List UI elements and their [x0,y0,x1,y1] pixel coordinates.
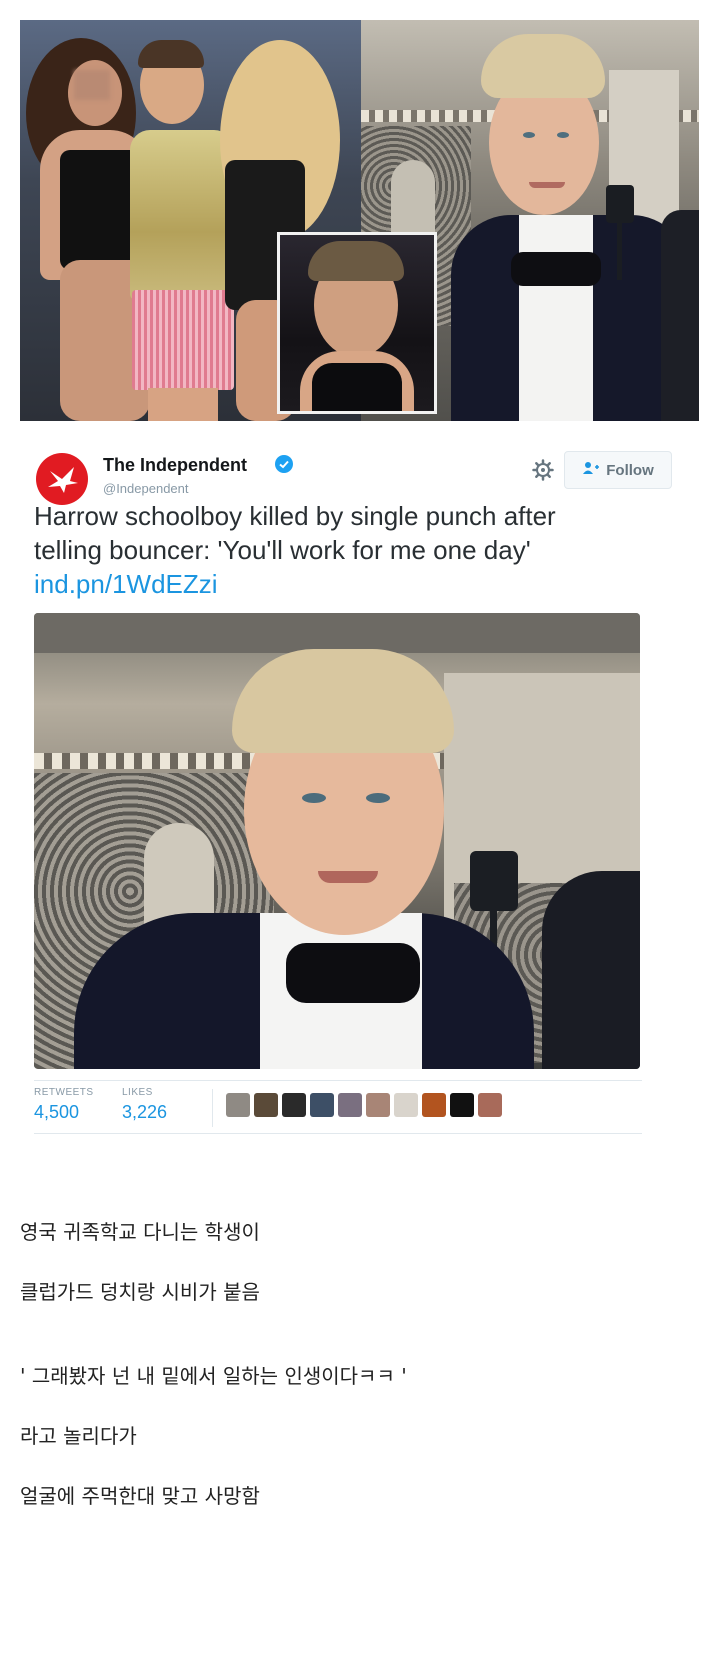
photo-collage [20,20,699,421]
gear-icon[interactable] [531,458,555,482]
avatar[interactable] [226,1093,250,1117]
avatar[interactable] [366,1093,390,1117]
tweet-photo[interactable] [34,613,640,1069]
likes-label: LIKES [122,1087,153,1098]
liker-avatars [226,1093,502,1117]
avatar[interactable] [450,1093,474,1117]
user-handle[interactable]: @Independent [103,481,189,496]
avatar[interactable] [394,1093,418,1117]
follow-button[interactable]: Follow [564,451,672,489]
retweets-label: RETWEETS [34,1087,94,1098]
likes-count: 3,226 [122,1102,168,1122]
avatar[interactable] [282,1093,306,1117]
avatar[interactable] [422,1093,446,1117]
tweet-stats: RETWEETS 4,500 LIKES 3,226 [34,1080,642,1134]
verified-badge-icon [275,455,293,473]
tweet-link[interactable]: ind.pn/1WdEZzi [34,567,674,601]
stats-divider [212,1089,213,1127]
caption-line-4: 라고 놀리다가 [20,1424,137,1448]
caption-line-1: 영국 귀족학교 다니는 학생이 [20,1220,260,1244]
likes-stat[interactable]: LIKES 3,226 [122,1087,167,1123]
inset-photo [277,232,437,414]
tweet-text: Harrow schoolboy killed by single punch … [34,499,674,601]
eagle-logo-icon[interactable] [36,453,88,505]
retweets-stat[interactable]: RETWEETS 4,500 [34,1087,94,1123]
caption-line-3: ' 그래봤자 넌 내 밑에서 일하는 인생이다ㅋㅋ ' [20,1364,407,1388]
avatar[interactable] [254,1093,278,1117]
tweet-text-line1: Harrow schoolboy killed by single punch … [34,501,556,531]
retweets-count: 4,500 [34,1102,80,1122]
follow-label: Follow [606,461,654,479]
user-name[interactable]: The Independent [103,455,247,476]
avatar[interactable] [310,1093,334,1117]
avatar[interactable] [338,1093,362,1117]
tweet-text-line2: telling bouncer: 'You'll work for me one… [34,535,531,565]
caption-line-5: 얼굴에 주먹한대 맞고 사망함 [20,1484,260,1508]
add-user-icon [582,461,600,479]
caption-line-2: 클럽가드 덩치랑 시비가 붙음 [20,1280,260,1304]
avatar[interactable] [478,1093,502,1117]
